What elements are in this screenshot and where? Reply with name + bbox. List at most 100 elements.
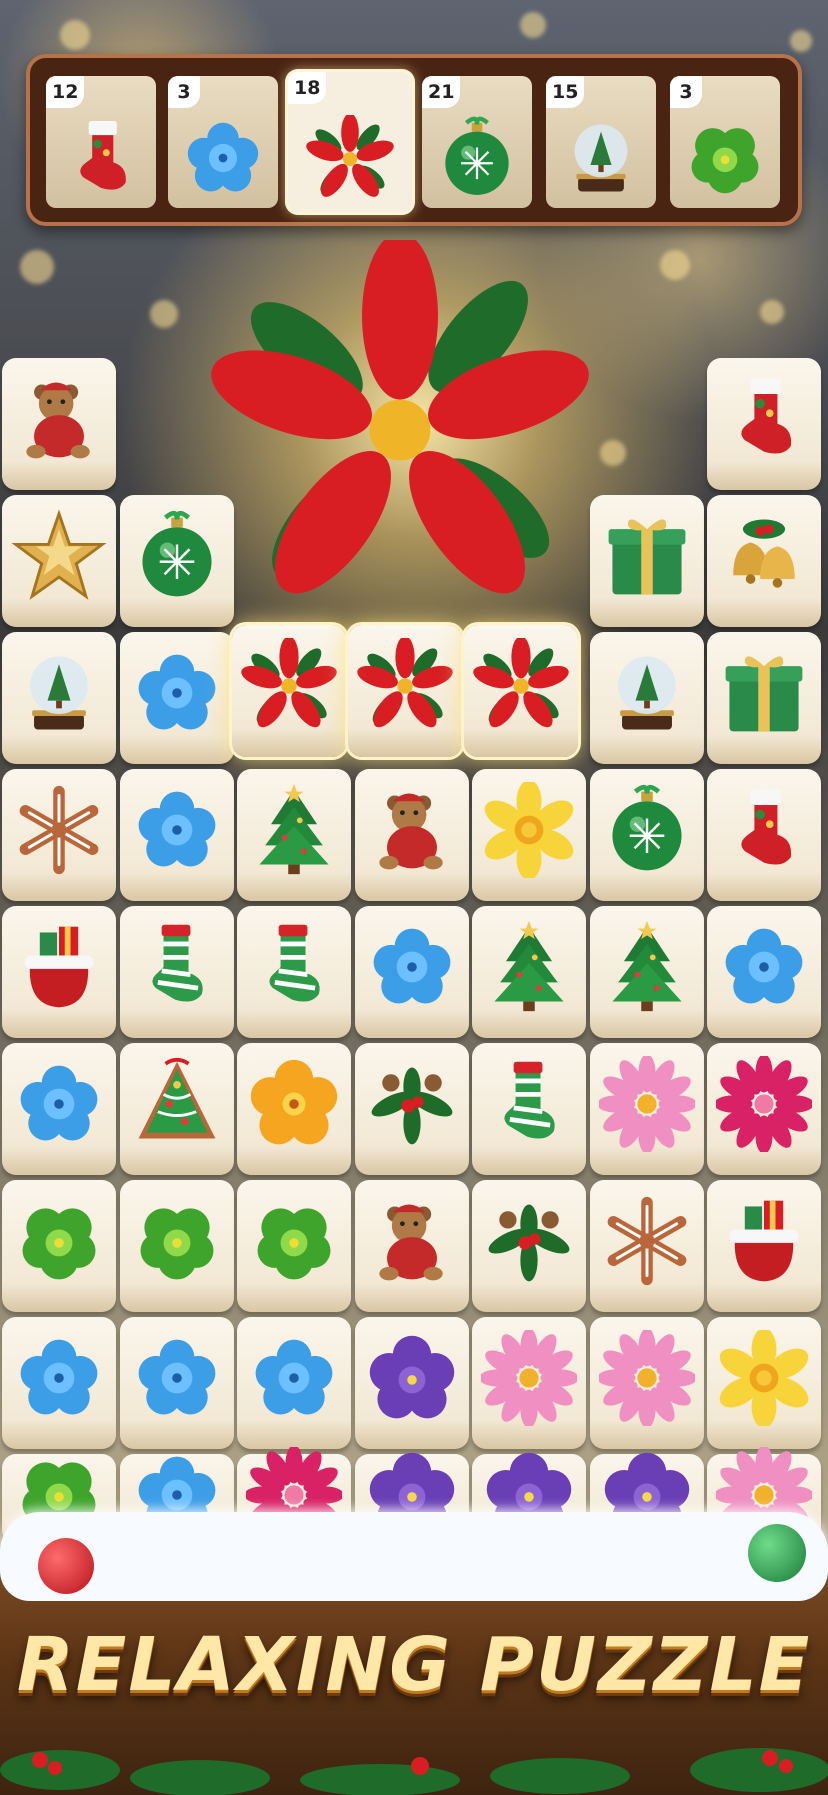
tile-selected[interactable] — [464, 625, 578, 757]
tile-selected[interactable] — [348, 625, 462, 757]
snow-drip — [0, 1565, 828, 1601]
tile[interactable] — [237, 906, 351, 1038]
green-ornament-icon — [129, 508, 225, 604]
slot-count: 21 — [422, 76, 461, 108]
tile[interactable] — [589, 1317, 704, 1449]
tile[interactable] — [2, 769, 116, 901]
christmas-tree-icon — [259, 783, 329, 874]
tile[interactable] — [707, 1043, 821, 1175]
blue-flower-icon — [187, 122, 259, 192]
stocking-icon — [80, 120, 126, 190]
bokeh-light — [660, 250, 690, 280]
tile[interactable] — [237, 1043, 351, 1175]
tile[interactable] — [119, 906, 234, 1038]
bokeh-light — [60, 20, 90, 50]
purple-violet-icon — [369, 1335, 454, 1419]
tray-slot[interactable]: 21 — [422, 76, 532, 208]
tile[interactable] — [707, 1317, 821, 1449]
poinsettia-icon — [200, 240, 600, 613]
tile[interactable] — [119, 1180, 234, 1312]
tile[interactable] — [472, 1180, 586, 1312]
tile[interactable] — [589, 1043, 704, 1175]
daffodil-icon — [716, 1329, 812, 1426]
tile[interactable] — [2, 358, 116, 490]
slot-count: 15 — [546, 76, 585, 108]
tile[interactable] — [472, 1043, 586, 1175]
snow-globe-icon — [617, 656, 676, 730]
blue-flower-icon — [725, 928, 803, 1004]
gold-star-icon — [14, 512, 104, 598]
tile[interactable] — [707, 906, 821, 1038]
tile[interactable] — [354, 906, 469, 1038]
tile[interactable] — [589, 769, 704, 901]
blue-flower-icon — [138, 654, 215, 730]
slot-count: 18 — [288, 72, 327, 104]
tile[interactable] — [119, 1317, 234, 1449]
tile[interactable] — [589, 1180, 704, 1312]
gingerbread-snowflake-icon — [599, 1193, 695, 1289]
daffodil-icon — [481, 781, 577, 878]
stocking-icon — [741, 378, 792, 454]
tile[interactable] — [589, 495, 704, 627]
pink-dahlia-icon — [598, 1329, 695, 1426]
magenta-dahlia-icon — [716, 1055, 812, 1152]
tile[interactable] — [707, 1180, 821, 1312]
tile[interactable] — [237, 769, 351, 901]
tile[interactable] — [2, 632, 116, 764]
snow-globe-icon — [30, 656, 88, 730]
pink-dahlia-icon — [481, 1329, 577, 1426]
holly-garland — [0, 1748, 828, 1795]
tile[interactable] — [354, 1317, 469, 1449]
tray-slot[interactable]: 12 — [46, 76, 156, 208]
tile[interactable] — [354, 1043, 469, 1175]
striped-stocking-icon — [481, 1056, 577, 1152]
christmas-tree-icon — [494, 920, 564, 1011]
tile[interactable] — [2, 1043, 116, 1175]
tile[interactable] — [707, 358, 821, 490]
tile[interactable] — [119, 632, 234, 764]
tile[interactable] — [237, 1317, 351, 1449]
tile[interactable] — [472, 906, 586, 1038]
teddy-bear-icon — [378, 1204, 443, 1281]
snow-globe-icon — [574, 124, 628, 192]
tile[interactable] — [589, 632, 704, 764]
poinsettia-icon — [241, 637, 337, 732]
gingerbread-snowflake-icon — [11, 782, 107, 878]
tile-selected[interactable] — [232, 625, 346, 757]
tile[interactable] — [2, 1317, 116, 1449]
bells-icon — [733, 519, 795, 588]
green-pansy-icon — [140, 1208, 213, 1280]
blue-flower-icon — [138, 791, 215, 867]
green-pansy-icon — [691, 127, 759, 194]
bokeh-light — [20, 250, 54, 284]
tray-slot[interactable]: 3 — [670, 76, 780, 208]
tile[interactable] — [2, 495, 116, 627]
tile[interactable] — [707, 769, 821, 901]
yellow-flower-icon — [250, 1059, 338, 1145]
tile[interactable] — [119, 495, 234, 627]
tray-slot[interactable]: 3 — [168, 76, 278, 208]
slot-count: 12 — [46, 76, 85, 108]
green-ornament-icon — [748, 1524, 806, 1582]
tile[interactable] — [354, 1180, 469, 1312]
tile[interactable] — [119, 769, 234, 901]
tile[interactable] — [472, 1317, 586, 1449]
green-ornament-icon — [599, 782, 695, 878]
stocking-icon — [741, 789, 792, 865]
tray-slot[interactable]: 15 — [546, 76, 656, 208]
green-pansy-icon — [22, 1208, 96, 1280]
tile[interactable] — [119, 1043, 234, 1175]
tray-slot-selected[interactable]: 18 — [288, 72, 412, 212]
tile[interactable] — [237, 1180, 351, 1312]
tile[interactable] — [472, 769, 586, 901]
tile[interactable] — [707, 632, 821, 764]
tile[interactable] — [2, 1180, 116, 1312]
santa-sack-icon — [24, 926, 94, 1008]
striped-stocking-icon — [246, 919, 342, 1015]
tile[interactable] — [707, 495, 821, 627]
tile[interactable] — [589, 906, 704, 1038]
teddy-bear-icon — [378, 793, 443, 870]
tile[interactable] — [2, 906, 116, 1038]
tile[interactable] — [354, 769, 469, 901]
santa-sack-icon — [729, 1200, 799, 1282]
